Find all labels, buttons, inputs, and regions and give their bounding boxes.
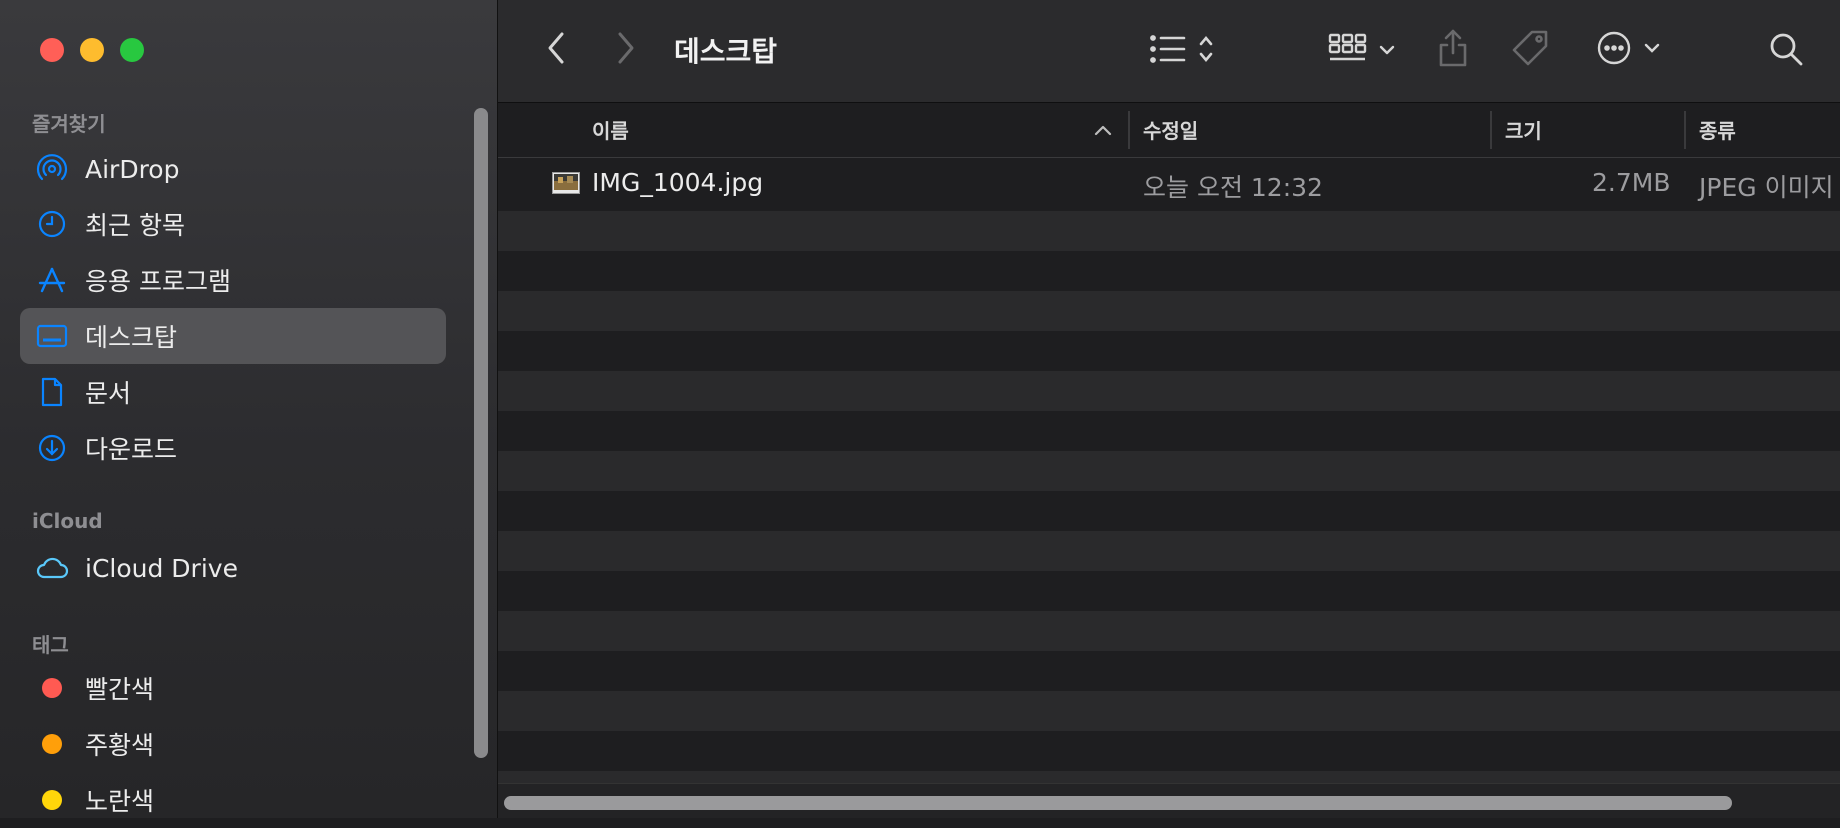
file-kind: JPEG 이미지 — [1699, 173, 1834, 202]
empty-row — [498, 331, 1840, 371]
empty-row — [498, 251, 1840, 291]
red-tag-icon — [42, 678, 62, 698]
sidebar-tag-red[interactable]: 빨간색 — [20, 660, 446, 716]
search-icon — [1770, 33, 1803, 66]
cloud-icon — [34, 550, 70, 586]
close-button[interactable] — [40, 38, 64, 62]
sidebar-item-label: iCloud Drive — [85, 553, 238, 583]
sidebar-item-icloud-drive[interactable]: iCloud Drive — [20, 540, 446, 596]
column-size-header[interactable]: 크기 — [1505, 115, 1542, 144]
sort-ascending-icon — [1094, 121, 1112, 140]
desktop-icon — [34, 318, 70, 354]
sidebar-tag-orange[interactable]: 주황색 — [20, 716, 446, 772]
column-name-header[interactable]: 이름 — [592, 115, 629, 144]
image-thumbnail-icon — [552, 172, 580, 194]
sidebar-item-label: 주황색 — [85, 731, 155, 760]
sidebar-item-label: 문서 — [85, 379, 132, 408]
finder-window: 즐겨찾기 AirDrop 최근 항목 응용 프로그램 데스크탑 문서 다운로드 … — [0, 0, 1840, 818]
tag-icon — [1512, 30, 1548, 66]
sidebar-item-applications[interactable]: 응용 프로그램 — [20, 252, 446, 308]
chevron-right-icon — [618, 32, 634, 64]
file-modified: 오늘 오전 12:32 — [1143, 173, 1323, 202]
empty-row — [498, 531, 1840, 571]
empty-row — [498, 491, 1840, 531]
zoom-button[interactable] — [120, 38, 144, 62]
tags-button[interactable] — [1508, 26, 1552, 70]
sidebar-item-label: 데스크탑 — [85, 323, 178, 352]
sidebar-item-label: AirDrop — [85, 154, 180, 184]
empty-row — [498, 571, 1840, 611]
file-size: 2.7MB — [1592, 168, 1671, 197]
sidebar: 즐겨찾기 AirDrop 최근 항목 응용 프로그램 데스크탑 문서 다운로드 … — [0, 0, 498, 818]
yellow-tag-icon — [42, 790, 62, 810]
sidebar-item-label: 최근 항목 — [85, 211, 185, 240]
airdrop-icon — [34, 151, 70, 187]
column-divider[interactable] — [1128, 111, 1130, 149]
sidebar-item-label: 노란색 — [85, 787, 155, 816]
column-divider[interactable] — [1684, 111, 1686, 149]
apps-icon — [34, 262, 70, 298]
favorites-section-label: 즐겨찾기 — [32, 112, 106, 136]
empty-row — [498, 371, 1840, 411]
minimize-button[interactable] — [80, 38, 104, 62]
sidebar-item-documents[interactable]: 문서 — [20, 364, 446, 420]
window-title: 데스크탑 — [674, 35, 778, 68]
tags-section-label: 태그 — [32, 633, 69, 657]
sidebar-item-recents[interactable]: 최근 항목 — [20, 196, 446, 252]
forward-button[interactable] — [610, 28, 642, 68]
empty-row — [498, 451, 1840, 491]
ellipsis-circle-icon — [1597, 31, 1660, 65]
icloud-section-label: iCloud — [32, 509, 103, 533]
sidebar-scrollbar[interactable] — [474, 108, 488, 758]
empty-row — [498, 411, 1840, 451]
orange-tag-icon — [42, 734, 62, 754]
empty-row — [498, 291, 1840, 331]
sidebar-item-label: 다운로드 — [85, 435, 178, 464]
document-icon — [34, 374, 70, 410]
view-options-button[interactable] — [1148, 28, 1224, 70]
sidebar-item-airdrop[interactable]: AirDrop — [20, 141, 446, 197]
window-controls — [40, 38, 144, 62]
group-button[interactable] — [1328, 28, 1400, 70]
share-icon — [1439, 29, 1467, 67]
file-list: 이름 수정일 크기 종류 IMG_1004.jpg 오늘 오전 12:32 2.… — [498, 103, 1840, 818]
empty-row — [498, 611, 1840, 651]
sidebar-item-desktop[interactable]: 데스크탑 — [20, 308, 446, 364]
sidebar-tag-yellow[interactable]: 노란색 — [20, 772, 446, 828]
horizontal-scroll-track — [498, 783, 1840, 818]
file-row[interactable]: IMG_1004.jpg 오늘 오전 12:32 2.7MB JPEG 이미지 — [498, 158, 1840, 211]
download-icon — [34, 430, 70, 466]
column-kind-header[interactable]: 종류 — [1699, 115, 1736, 144]
clock-icon — [34, 206, 70, 242]
share-button[interactable] — [1433, 24, 1473, 72]
column-modified-header[interactable]: 수정일 — [1143, 115, 1198, 144]
sidebar-item-downloads[interactable]: 다운로드 — [20, 420, 446, 476]
file-name: IMG_1004.jpg — [592, 168, 764, 197]
grid-group-icon — [1328, 33, 1395, 61]
chevron-left-icon — [548, 32, 564, 64]
column-header: 이름 수정일 크기 종류 — [498, 103, 1840, 158]
back-button[interactable] — [540, 28, 572, 68]
list-view-icon — [1150, 35, 1213, 63]
empty-row — [498, 211, 1840, 251]
sidebar-item-label: 응용 프로그램 — [85, 267, 231, 296]
toolbar: 데스크탑 — [498, 0, 1840, 103]
empty-row — [498, 691, 1840, 731]
sidebar-item-label: 빨간색 — [85, 675, 155, 704]
empty-row — [498, 651, 1840, 691]
search-button[interactable] — [1766, 28, 1806, 70]
empty-row — [498, 731, 1840, 771]
column-divider[interactable] — [1490, 111, 1492, 149]
more-actions-button[interactable] — [1596, 26, 1668, 70]
horizontal-scrollbar[interactable] — [504, 796, 1732, 810]
